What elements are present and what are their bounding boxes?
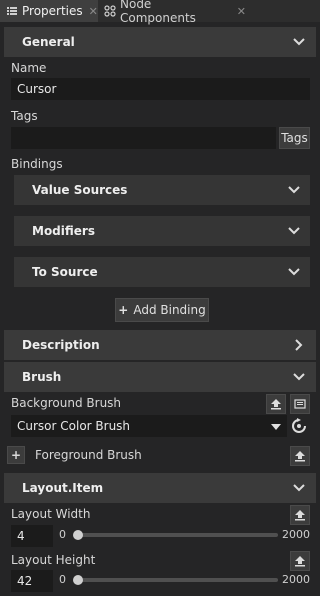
- tags-field[interactable]: [11, 127, 276, 149]
- layout-width-slider[interactable]: [74, 533, 278, 537]
- slider-min-label: 0: [59, 573, 66, 586]
- layout-item-section-header[interactable]: Layout.Item: [4, 473, 316, 503]
- foreground-brush-label: Foreground Brush: [35, 448, 142, 462]
- section-title: Description: [22, 338, 100, 352]
- section-title: Modifiers: [32, 224, 95, 238]
- description-section-header[interactable]: Description: [4, 330, 316, 360]
- reset-icon[interactable]: [291, 418, 307, 434]
- tab-bar: Properties ✕ Node Components ✕: [0, 0, 320, 25]
- chevron-down-icon: [288, 265, 300, 279]
- upload-icon[interactable]: [290, 551, 310, 571]
- layout-height-label: Layout Height: [11, 553, 96, 567]
- plus-icon: +: [10, 448, 22, 462]
- name-label: Name: [11, 61, 47, 75]
- upload-icon[interactable]: [290, 505, 310, 525]
- tab-node-components-label: Node Components: [120, 0, 196, 25]
- modifiers-section[interactable]: Modifiers: [14, 216, 310, 246]
- node-components-icon: [104, 5, 116, 17]
- slider-max-label: 2000: [282, 528, 310, 541]
- tab-node-components[interactable]: Node Components ✕: [98, 0, 246, 25]
- add-foreground-brush-button[interactable]: +: [7, 446, 25, 464]
- chevron-down-icon: [292, 370, 306, 384]
- add-binding-button[interactable]: + Add Binding: [115, 298, 209, 322]
- background-brush-label: Background Brush: [11, 396, 122, 410]
- layout-width-input[interactable]: 4: [11, 525, 53, 547]
- background-brush-value: Cursor Color Brush: [17, 419, 131, 433]
- chevron-down-icon: [292, 481, 306, 495]
- slider-handle[interactable]: [73, 575, 83, 585]
- tags-button[interactable]: Tags: [279, 127, 310, 149]
- slider-min-label: 0: [59, 528, 66, 541]
- chevron-right-icon: [292, 338, 306, 352]
- general-section-header[interactable]: General: [4, 27, 316, 57]
- bindings-label: Bindings: [11, 157, 63, 171]
- add-binding-label: Add Binding: [133, 303, 206, 317]
- resource-picker-icon[interactable]: [290, 394, 310, 414]
- slider-max-label: 2000: [282, 573, 310, 586]
- section-title: Layout.Item: [22, 481, 104, 495]
- slider-handle[interactable]: [73, 530, 83, 540]
- close-icon[interactable]: ✕: [89, 5, 98, 18]
- chevron-down-icon: [288, 224, 300, 238]
- chevron-down-icon: [292, 35, 306, 49]
- tab-properties-label: Properties: [22, 4, 83, 18]
- name-field[interactable]: Cursor: [11, 78, 310, 100]
- tags-label: Tags: [11, 109, 38, 123]
- layout-height-input[interactable]: 42: [11, 570, 53, 592]
- dropdown-arrow-icon: [271, 419, 281, 433]
- background-brush-dropdown[interactable]: Cursor Color Brush: [11, 415, 287, 437]
- layout-height-slider[interactable]: [74, 578, 278, 582]
- upload-icon[interactable]: [290, 446, 310, 466]
- upload-icon[interactable]: [266, 394, 286, 414]
- close-icon[interactable]: ✕: [237, 5, 246, 18]
- layout-width-label: Layout Width: [11, 507, 91, 521]
- to-source-section[interactable]: To Source: [14, 257, 310, 287]
- section-title: Brush: [22, 370, 62, 384]
- chevron-down-icon: [288, 183, 300, 197]
- properties-icon: [6, 5, 18, 17]
- plus-icon: +: [118, 303, 129, 317]
- brush-section-header[interactable]: Brush: [4, 362, 316, 392]
- value-sources-section[interactable]: Value Sources: [14, 175, 310, 205]
- section-title: Value Sources: [32, 183, 128, 197]
- tab-properties[interactable]: Properties ✕: [0, 0, 98, 22]
- section-title: To Source: [32, 265, 98, 279]
- section-title: General: [22, 35, 75, 49]
